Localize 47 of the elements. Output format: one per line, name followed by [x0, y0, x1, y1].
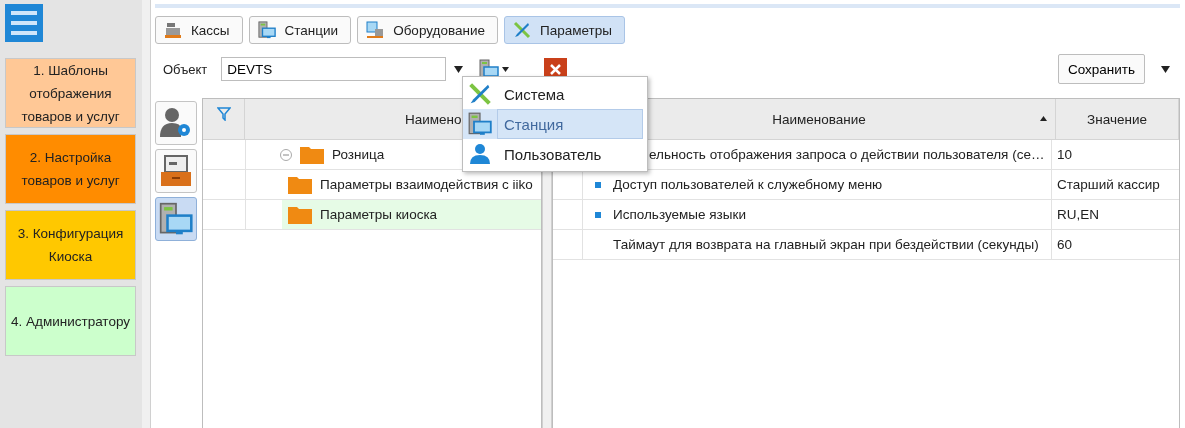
- parameter-value: Старший кассир: [1051, 170, 1179, 199]
- sidebar-item[interactable]: 2. Настройка товаров и услуг: [5, 134, 136, 204]
- station-icon: [159, 202, 193, 236]
- close-icon: [550, 63, 562, 75]
- caret-icon: [502, 66, 510, 72]
- user-icon: [469, 143, 491, 165]
- tab[interactable]: Параметры: [503, 16, 625, 44]
- view-button[interactable]: [155, 101, 197, 145]
- parameter-value: 60: [1051, 230, 1179, 259]
- view-button[interactable]: [155, 197, 197, 241]
- object-label: Объект: [163, 61, 208, 77]
- folder-icon: [288, 175, 312, 194]
- sidebar-item[interactable]: 3. Конфигурация Киоска: [5, 210, 136, 280]
- menu-item[interactable]: Станция: [497, 109, 643, 139]
- sidebar-item[interactable]: 4. Администратору: [5, 286, 136, 356]
- tools-icon: [512, 21, 531, 39]
- parameter-value: 10: [1051, 140, 1179, 169]
- tab[interactable]: Оборудование: [357, 16, 498, 44]
- dropdown-button[interactable]: [454, 65, 464, 73]
- column-header[interactable]: Значение: [1056, 99, 1179, 139]
- tree-item[interactable]: Параметры киоска: [282, 200, 541, 229]
- dropdown-button[interactable]: [1161, 65, 1170, 73]
- filter-icon[interactable]: [216, 107, 231, 121]
- save-button[interactable]: Сохранить: [1057, 54, 1145, 84]
- caret-icon: [1161, 65, 1170, 73]
- caret-icon: [454, 65, 464, 73]
- parameter-name: Таймаут для возврата на главный экран при бездействии (секунды): [613, 236, 1040, 254]
- parameter-value: RU,EN: [1051, 200, 1179, 229]
- equipment-icon: [366, 21, 385, 39]
- sort-ascending-icon: [1040, 116, 1047, 121]
- menu-button[interactable]: [5, 4, 43, 42]
- folder-icon: [300, 145, 324, 164]
- object-field[interactable]: DEVTS: [221, 57, 447, 81]
- cash-drawer-icon: [159, 154, 193, 188]
- sidebar-item[interactable]: 1. Шаблоны отображения товаров и услуг: [5, 58, 136, 128]
- tab[interactable]: Кассы: [155, 16, 243, 44]
- cash-register-icon: [164, 21, 182, 39]
- station-icon: [468, 112, 492, 136]
- parameter-name: ельность отображения запроса о действии пользователя (се…: [648, 146, 1046, 164]
- parameter-name: Доступ пользователей к служебному меню: [613, 176, 884, 194]
- view-button[interactable]: [155, 149, 197, 193]
- folder-icon: [288, 205, 312, 224]
- tab[interactable]: Станции: [248, 16, 352, 44]
- user-gear-icon: [159, 107, 193, 139]
- parameter-name: Используемые языки: [613, 206, 747, 224]
- tools-icon: [468, 82, 492, 106]
- station-icon: [257, 21, 276, 39]
